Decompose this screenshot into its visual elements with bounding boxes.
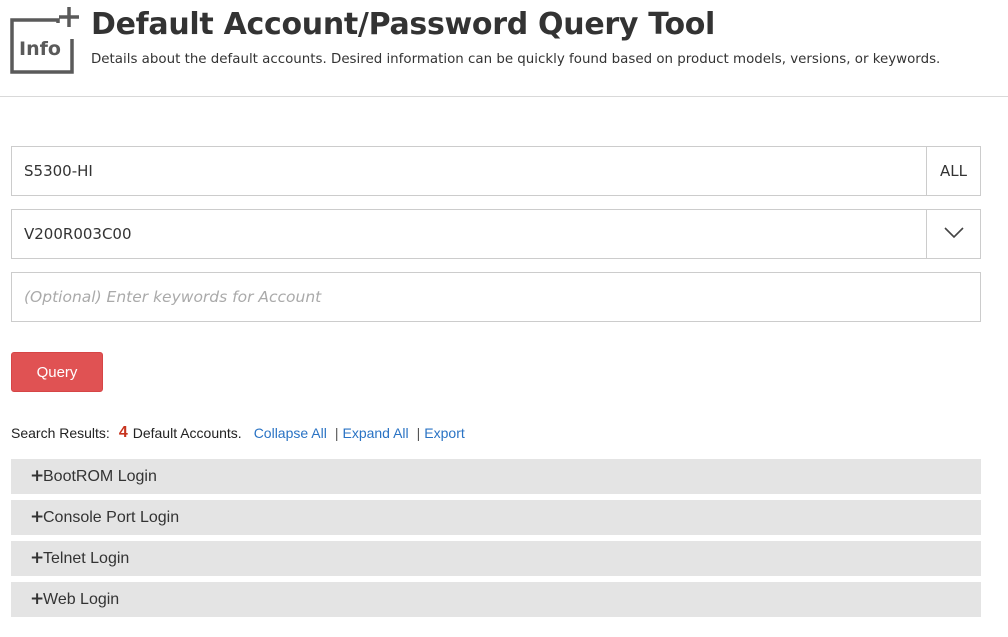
logo-text: Info — [19, 38, 61, 60]
accordion-item-console-port-login[interactable]: + Console Port Login — [11, 500, 981, 535]
plus-icon: + — [30, 466, 45, 486]
product-model-field[interactable]: S5300-HI ALL — [11, 146, 981, 196]
version-select[interactable]: V200R003C00 — [11, 209, 981, 259]
expand-all-link[interactable]: Expand All — [342, 425, 408, 441]
search-results-summary: Search Results: 4 Default Accounts. Coll… — [11, 423, 465, 443]
accordion-item-label: Console Port Login — [43, 508, 180, 526]
keyword-field[interactable] — [11, 272, 981, 322]
plus-icon: + — [30, 507, 45, 527]
accordion-item-label: Web Login — [43, 590, 120, 608]
results-suffix: Default Accounts. — [132, 425, 242, 441]
query-button[interactable]: Query — [11, 352, 103, 392]
info-logo-icon: Info — [10, 6, 80, 76]
version-value[interactable]: V200R003C00 — [12, 210, 926, 258]
results-count: 4 — [118, 424, 128, 441]
accordion-item-bootrom-login[interactable]: + BootROM Login — [11, 459, 981, 494]
link-separator: | — [334, 425, 339, 441]
plus-icon: + — [30, 548, 45, 568]
page-subtitle: Details about the default accounts. Desi… — [91, 52, 941, 67]
page-title: Default Account/Password Query Tool — [91, 7, 716, 42]
keyword-input[interactable] — [12, 273, 980, 321]
accordion-item-web-login[interactable]: + Web Login — [11, 582, 981, 617]
version-dropdown-toggle[interactable] — [926, 210, 980, 258]
accordion-item-telnet-login[interactable]: + Telnet Login — [11, 541, 981, 576]
export-link[interactable]: Export — [424, 425, 464, 441]
collapse-all-link[interactable]: Collapse All — [254, 425, 327, 441]
results-prefix: Search Results: — [11, 425, 110, 441]
plus-icon: + — [30, 589, 45, 609]
accordion-item-label: Telnet Login — [43, 549, 130, 567]
product-model-value[interactable]: S5300-HI — [12, 147, 926, 195]
link-separator: | — [416, 425, 421, 441]
accordion-item-label: BootROM Login — [43, 467, 157, 485]
chevron-down-icon — [943, 225, 964, 243]
page-header: Info Default Account/Password Query Tool… — [0, 0, 1008, 97]
model-scope-button[interactable]: ALL — [926, 147, 980, 195]
